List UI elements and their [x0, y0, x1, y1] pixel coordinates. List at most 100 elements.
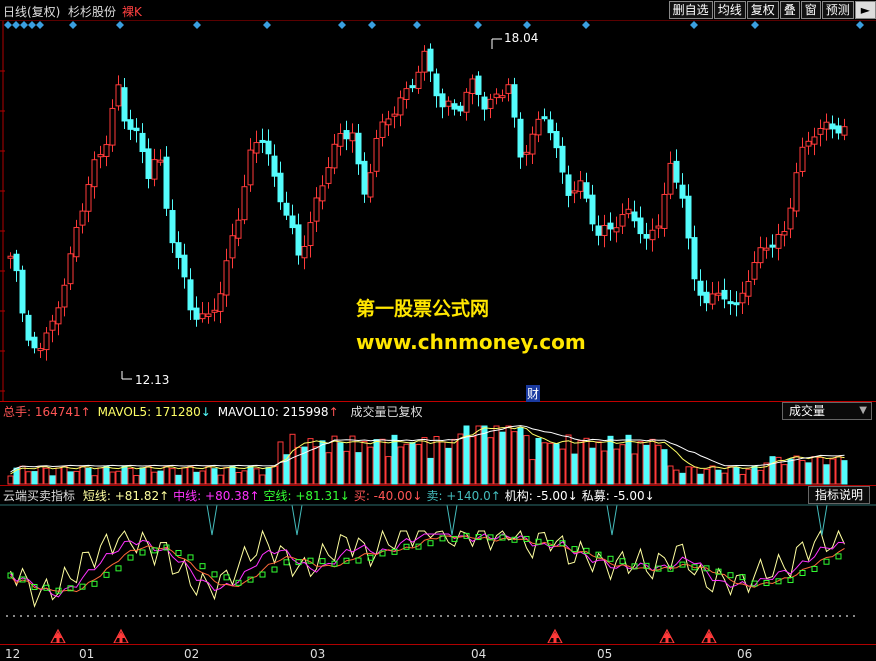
candle-body — [733, 302, 740, 306]
volume-bar — [559, 448, 566, 485]
indicator-field: 机构: -5.00↓ — [504, 489, 578, 503]
candle-body — [487, 98, 494, 109]
candle-body — [793, 172, 800, 212]
volume-bar — [781, 464, 788, 485]
candle-body — [673, 160, 680, 183]
volume-bar — [823, 464, 830, 485]
empty-line-square — [835, 553, 842, 560]
volume-bar — [457, 433, 464, 485]
candle-body — [523, 151, 530, 155]
volume-bar — [397, 446, 404, 485]
volume-bar — [829, 458, 836, 485]
volume-bar — [439, 441, 446, 485]
volume-bar — [697, 473, 704, 485]
volume-bar — [583, 437, 590, 485]
candle-body — [745, 281, 752, 297]
diamond-marker — [751, 21, 759, 29]
volume-bar — [109, 471, 116, 485]
buy-arrow-icon — [663, 632, 671, 643]
play-arrow-icon[interactable]: ► — [854, 1, 876, 19]
volume-bar — [835, 455, 842, 485]
baseline-dot — [48, 615, 50, 617]
candle-body — [355, 132, 362, 165]
baseline-dot — [685, 615, 687, 617]
baseline-dot — [636, 615, 638, 617]
volume-bar — [673, 469, 680, 485]
empty-line-square — [727, 572, 734, 579]
indicator-field: 中线: +80.38↑ — [173, 489, 260, 503]
baseline-dot — [496, 615, 498, 617]
moving-average-button[interactable]: 均线 — [713, 1, 746, 19]
volume-bar — [817, 456, 824, 485]
candle-body — [421, 50, 428, 73]
volume-chart[interactable] — [0, 420, 876, 485]
adjust-price-button[interactable]: 复权 — [746, 1, 779, 19]
finance-marker[interactable]: 财 — [526, 385, 541, 402]
baseline-dot — [83, 615, 85, 617]
baseline-dot — [62, 615, 64, 617]
candle-body — [841, 126, 848, 136]
candle-body — [343, 130, 350, 140]
baseline-dot — [790, 615, 792, 617]
volume-bar — [55, 467, 62, 485]
baseline-dot — [321, 615, 323, 617]
volume-bar — [667, 465, 674, 485]
baseline-dot — [104, 615, 106, 617]
watermark-url: www.chnmoney.com — [356, 330, 586, 354]
forecast-button[interactable]: 预测 — [821, 1, 854, 19]
kline-mode-label[interactable]: 裸K — [122, 3, 142, 20]
window-button[interactable]: 窗 — [800, 1, 821, 19]
volume-bar — [349, 435, 356, 485]
axis-label-jun: 06 — [737, 647, 753, 661]
candle-body — [139, 132, 146, 153]
candle-body — [493, 93, 500, 99]
empty-line-square — [175, 549, 182, 556]
baseline-dot — [90, 615, 92, 617]
mavol5-label: MAVOL5: — [97, 405, 155, 419]
diamond-marker — [116, 21, 124, 29]
volume-bar — [529, 459, 536, 485]
remove-favorite-button[interactable]: 删自选 — [668, 1, 713, 19]
candle-body — [709, 293, 716, 305]
volume-bar — [709, 465, 716, 485]
indicator-field: 私募: -5.00↓ — [581, 489, 655, 503]
candle-body — [25, 314, 32, 341]
candle-body — [277, 172, 284, 203]
volume-bar — [511, 431, 518, 485]
candle-body — [685, 195, 692, 239]
empty-line-square — [427, 540, 434, 547]
candle-body — [229, 235, 236, 259]
volume-bar — [805, 462, 812, 485]
indicator-help-button[interactable]: 指标说明 — [808, 486, 871, 504]
baseline-dot — [818, 615, 820, 617]
volume-bar — [193, 471, 200, 485]
baseline-dot — [650, 615, 652, 617]
volume-bar — [487, 437, 494, 485]
baseline-dot — [419, 615, 421, 617]
volume-bar — [385, 456, 392, 485]
volume-bar — [139, 467, 146, 485]
candle-body — [409, 85, 416, 89]
volume-indicator-select[interactable]: 成交量 ▼ — [782, 402, 872, 420]
diamond-marker — [20, 21, 28, 29]
empty-line-square — [91, 580, 98, 587]
candle-body — [379, 121, 386, 138]
volume-bar — [451, 438, 458, 485]
overlay-button[interactable]: 叠 — [779, 1, 800, 19]
baseline-dot — [41, 615, 43, 617]
price-chart-panel[interactable]: 18.04 12.13 财 第一股票公式网 www.chnmoney.com — [0, 20, 876, 402]
baseline-dot — [699, 615, 701, 617]
volume-bar — [463, 425, 470, 485]
candle-body — [505, 84, 512, 94]
candle-body — [103, 144, 110, 157]
volume-bar — [631, 453, 638, 485]
volume-bar — [169, 468, 176, 485]
candle-body — [781, 230, 788, 236]
indicator-chart[interactable] — [0, 503, 876, 643]
mavol5-arrow: ↓ — [200, 405, 211, 419]
empty-line-square — [127, 554, 134, 561]
baseline-dot — [594, 615, 596, 617]
candle-body — [499, 95, 506, 99]
baseline-dot — [272, 615, 274, 617]
volume-bar — [379, 438, 386, 485]
